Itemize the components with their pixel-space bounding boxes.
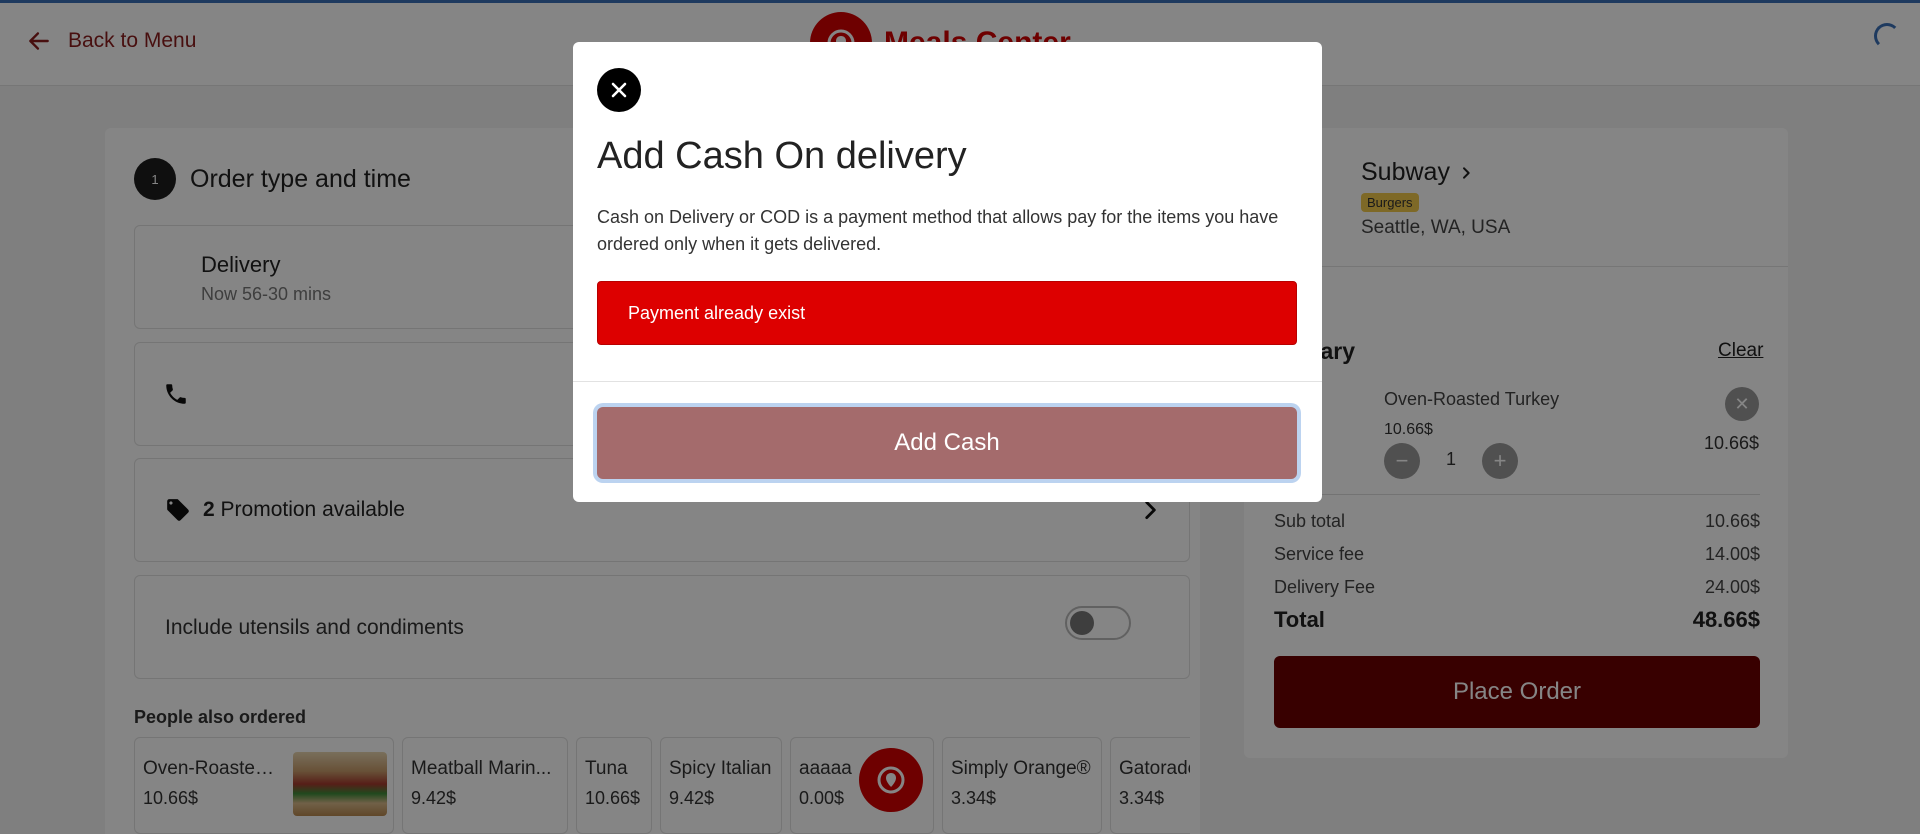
close-modal-button[interactable]: [597, 68, 641, 112]
close-icon: [611, 82, 627, 98]
divider: [573, 381, 1322, 382]
modal-title: Add Cash On delivery: [597, 135, 967, 177]
modal-description: Cash on Delivery or COD is a payment met…: [597, 207, 1279, 254]
add-cash-button[interactable]: Add Cash: [597, 407, 1297, 479]
error-alert: Payment already exist: [597, 281, 1297, 345]
add-cash-modal: Add Cash On delivery Cash on Delivery or…: [573, 42, 1322, 502]
